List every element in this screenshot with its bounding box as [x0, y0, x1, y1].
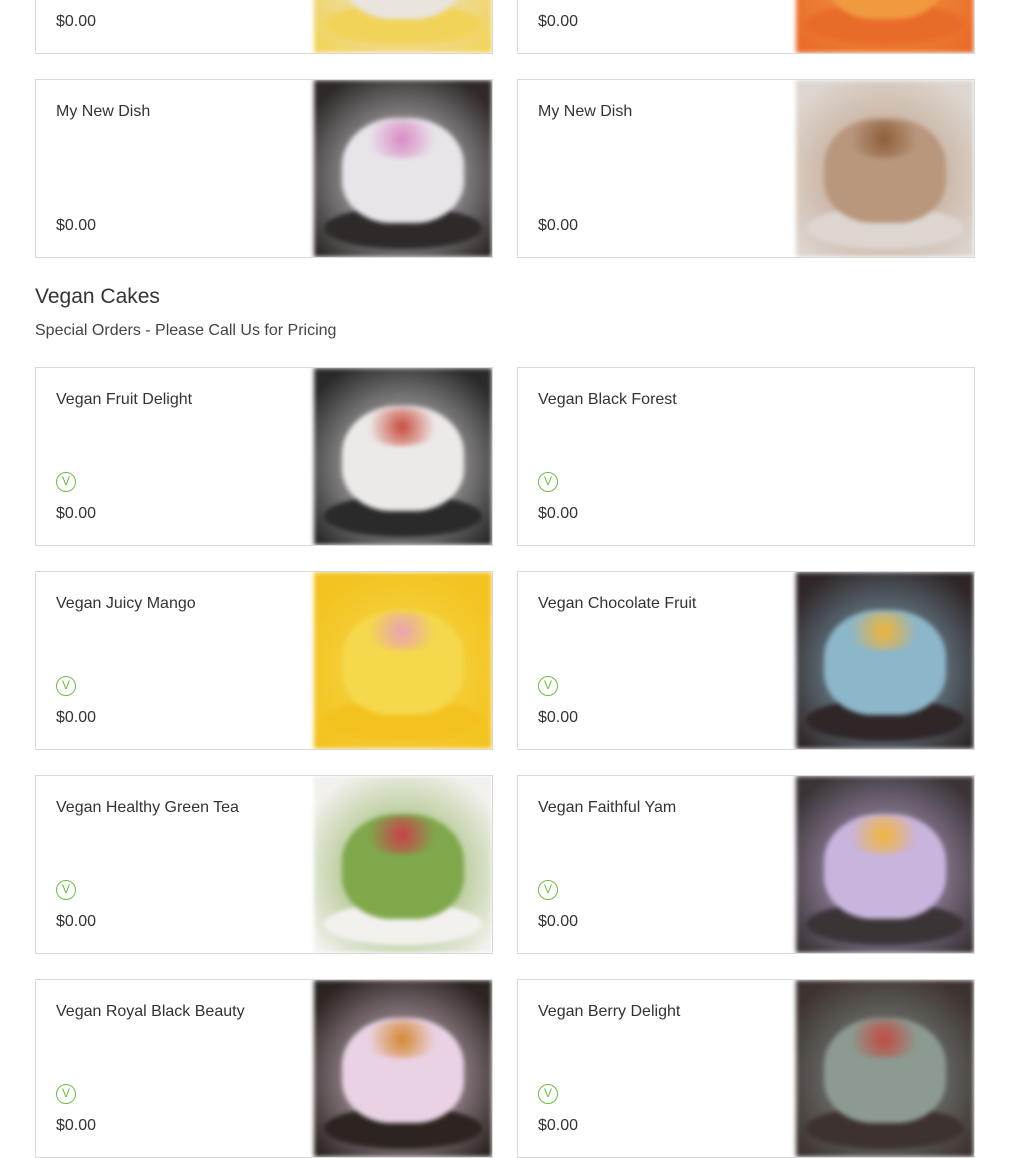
item-name: My New Dish	[538, 103, 633, 120]
menu-item-card[interactable]: Vegan Fruit Delight V $0.00	[35, 367, 493, 546]
dish-image	[314, 368, 492, 545]
menu-item-card[interactable]: Vegan Black Forest V $0.00	[517, 367, 975, 546]
item-price: $0.00	[56, 913, 97, 930]
vegan-icon: V	[538, 880, 558, 900]
item-price: $0.00	[538, 13, 579, 30]
item-name: Vegan Black Forest	[538, 391, 677, 408]
menu-item-card[interactable]: Vegan Chocolate Fruit V $0.00	[517, 571, 975, 750]
menu-item-card[interactable]: My New Dish $0.00	[517, 79, 975, 258]
dish-image	[796, 80, 974, 257]
vegan-icon: V	[56, 676, 76, 696]
section-title: Vegan Cakes	[35, 285, 160, 308]
item-name: Vegan Juicy Mango	[56, 595, 196, 612]
item-price: $0.00	[56, 709, 97, 726]
dish-image	[314, 0, 492, 53]
item-name: Vegan Fruit Delight	[56, 391, 193, 408]
dish-image	[796, 572, 974, 749]
item-price: $0.00	[538, 913, 579, 930]
dish-image	[796, 980, 974, 1157]
menu-item-card[interactable]: Vegan Juicy Mango V $0.00	[35, 571, 493, 750]
section-subtitle: Special Orders - Please Call Us for Pric…	[35, 322, 337, 339]
item-price: $0.00	[538, 709, 579, 726]
item-price: $0.00	[56, 217, 97, 234]
menu-item-card[interactable]: $0.00	[35, 0, 493, 54]
dish-image	[314, 776, 492, 953]
menu-item-card[interactable]: $0.00	[517, 0, 975, 54]
item-price: $0.00	[56, 1117, 97, 1134]
item-name: Vegan Faithful Yam	[538, 799, 677, 816]
menu-item-card[interactable]: Vegan Royal Black Beauty V $0.00	[35, 979, 493, 1158]
item-name: Vegan Chocolate Fruit	[538, 595, 697, 612]
item-name: Vegan Royal Black Beauty	[56, 1003, 245, 1020]
dish-image	[796, 776, 974, 953]
vegan-icon: V	[538, 676, 558, 696]
item-name: Vegan Healthy Green Tea	[56, 799, 239, 816]
item-price: $0.00	[56, 13, 97, 30]
item-price: $0.00	[538, 1117, 579, 1134]
menu-item-card[interactable]: Vegan Healthy Green Tea V $0.00	[35, 775, 493, 954]
vegan-icon: V	[56, 880, 76, 900]
menu-item-card[interactable]: My New Dish $0.00	[35, 79, 493, 258]
dish-image	[314, 80, 492, 257]
item-price: $0.00	[538, 505, 579, 522]
dish-image	[314, 572, 492, 749]
menu-item-card[interactable]: Vegan Faithful Yam V $0.00	[517, 775, 975, 954]
vegan-icon: V	[56, 1084, 76, 1104]
dish-image	[796, 0, 974, 53]
vegan-icon: V	[538, 1084, 558, 1104]
item-price: $0.00	[56, 505, 97, 522]
vegan-icon: V	[56, 472, 76, 492]
item-name: Vegan Berry Delight	[538, 1003, 681, 1020]
dish-image	[314, 980, 492, 1157]
menu-item-card[interactable]: Vegan Berry Delight V $0.00	[517, 979, 975, 1158]
vegan-icon: V	[538, 472, 558, 492]
item-name: My New Dish	[56, 103, 151, 120]
item-price: $0.00	[538, 217, 579, 234]
